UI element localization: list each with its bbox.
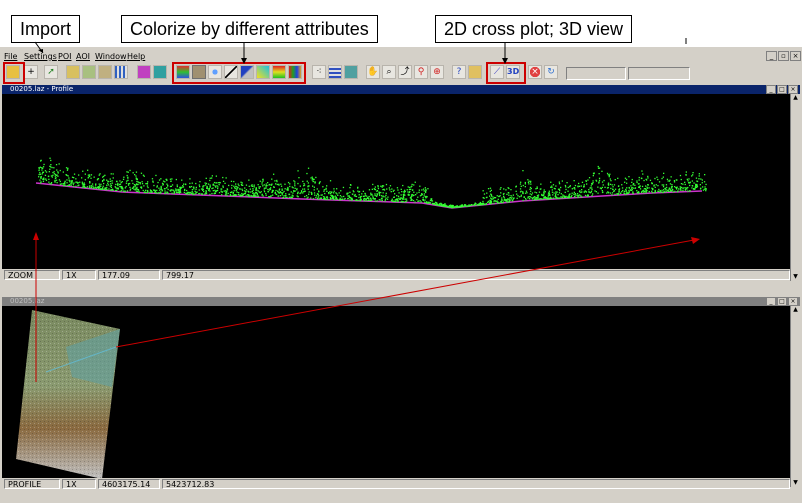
status-mode: PROFILE [4, 479, 60, 489]
measure-icon[interactable] [468, 65, 482, 79]
close-button[interactable]: × [788, 297, 798, 306]
image-icon[interactable] [153, 65, 167, 79]
map-window-title: 00205.laz [2, 297, 800, 306]
app-close-button[interactable]: × [790, 51, 801, 61]
cross-plot-highlight [486, 62, 526, 84]
point-size-icon[interactable]: ⁖ [312, 65, 326, 79]
close-button[interactable]: × [788, 85, 798, 94]
menu-poi[interactable]: POI [58, 52, 71, 61]
zoom-icon[interactable]: ⌕ [382, 65, 396, 79]
callout-colorize: Colorize by different attributes [121, 15, 378, 43]
menu-bar: File Settings POI AOI Window Help _ ▫ × [0, 49, 802, 63]
point-density-icon[interactable] [328, 65, 342, 79]
add-file-icon[interactable]: + [24, 65, 38, 79]
redo-arrow-icon[interactable]: ➚ [44, 65, 58, 79]
scroll-down-icon[interactable]: ▼ [791, 273, 800, 281]
point-cloud-tile [16, 310, 120, 479]
stop-icon[interactable]: × [528, 65, 542, 79]
menu-help[interactable]: Help [127, 52, 145, 61]
profile-point-cloud[interactable] [2, 95, 791, 271]
refresh-icon[interactable]: ↻ [544, 65, 558, 79]
menu-settings[interactable]: Settings [24, 52, 57, 61]
surface-icon[interactable] [344, 65, 358, 79]
scroll-up-icon[interactable]: ▲ [791, 306, 800, 314]
profile-vertical-scrollbar[interactable]: ▲ ▼ [790, 94, 800, 281]
status-zoom: 1X [62, 479, 96, 489]
menu-file[interactable]: File [4, 52, 17, 61]
status-y: 799.17 [162, 270, 790, 280]
application-window: File Settings POI AOI Window Help _ ▫ × … [0, 47, 802, 503]
minimize-button[interactable]: _ [766, 85, 776, 94]
profile-window-title: 00205.laz - Profile [2, 85, 800, 94]
status-x: 177.09 [98, 270, 160, 280]
menu-window[interactable]: Window [95, 52, 127, 61]
crosshair-icon[interactable]: ⊕ [430, 65, 444, 79]
progress-field [566, 67, 626, 80]
profile-tool-icon[interactable]: ⤴ [398, 65, 412, 79]
pan-hand-icon[interactable]: ✋ [366, 65, 380, 79]
map-status-bar: PROFILE 1X 4603175.14 5423712.83 [2, 478, 790, 490]
save-icon[interactable] [66, 65, 80, 79]
pattern-icon[interactable] [137, 65, 151, 79]
status-field [628, 67, 690, 80]
callout-import: Import [11, 15, 81, 43]
status-mode: ZOOM [4, 270, 60, 280]
callout-cross-plot: 2D cross plot; 3D view [435, 15, 633, 43]
info-icon[interactable]: ? [452, 65, 466, 79]
grid-icon[interactable] [114, 65, 128, 79]
minimize-button[interactable]: _ [766, 297, 776, 306]
scroll-up-icon[interactable]: ▲ [791, 94, 800, 102]
status-y: 5423712.83 [162, 479, 790, 489]
status-x: 4603175.14 [98, 479, 160, 489]
maximize-button[interactable]: □ [777, 85, 787, 94]
app-minimize-button[interactable]: _ [766, 51, 777, 61]
map-window[interactable]: 00205.laz _ □ × ▲ ▼ [2, 297, 800, 487]
map-vertical-scrollbar[interactable]: ▲ ▼ [790, 306, 800, 487]
toolbar: + ➚ ⁖ ✋ ⌕ ⤴ ⚲ ⊕ ? ⟋ 3D × ↻ [0, 64, 802, 82]
profile-window[interactable]: 00205.laz - Profile _ □ × ▲ ▼ [2, 85, 800, 281]
menu-aoi[interactable]: AOI [76, 52, 90, 61]
tools-icon[interactable] [98, 65, 112, 79]
profile-status-bar: ZOOM 1X 177.09 799.17 [2, 269, 790, 281]
colorize-highlight [172, 62, 306, 84]
app-restore-button[interactable]: ▫ [778, 51, 789, 61]
map-view[interactable] [2, 307, 791, 487]
import-highlight [3, 62, 25, 84]
pin-icon[interactable]: ⚲ [414, 65, 428, 79]
maximize-button[interactable]: □ [777, 297, 787, 306]
ground-line [35, 182, 703, 209]
status-zoom: 1X [62, 270, 96, 280]
export-icon[interactable] [82, 65, 96, 79]
scroll-down-icon[interactable]: ▼ [791, 479, 800, 487]
